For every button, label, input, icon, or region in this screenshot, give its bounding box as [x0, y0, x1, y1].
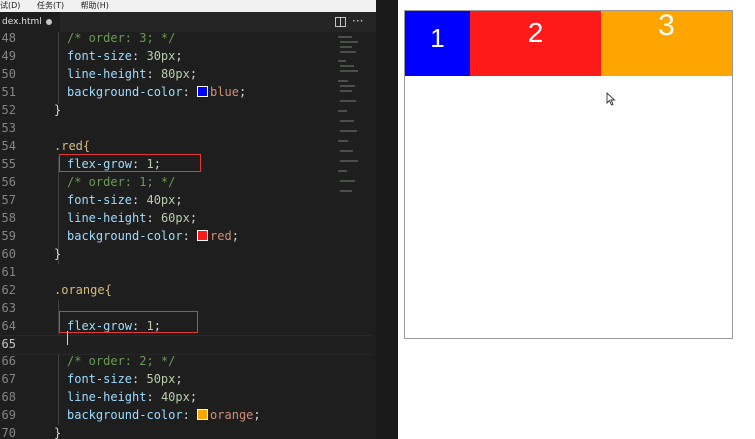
- menu-help[interactable]: 帮助(H): [81, 1, 109, 10]
- box-label: 2: [527, 17, 544, 48]
- window-divider: [376, 0, 398, 439]
- menu-debug[interactable]: 试(D): [0, 1, 20, 10]
- mouse-cursor-icon: [606, 92, 616, 106]
- current-line: 65: [0, 335, 372, 355]
- text-caret: [67, 331, 68, 345]
- color-swatch-orange[interactable]: [197, 409, 209, 420]
- box-label: 3: [658, 9, 675, 42]
- code-line: 58 line-height: 60px;: [1, 211, 198, 225]
- more-actions-icon[interactable]: ···: [352, 13, 363, 29]
- color-swatch-blue[interactable]: [197, 86, 209, 97]
- code-line: 52}: [1, 103, 62, 117]
- flex-item-blue: 1: [405, 11, 470, 76]
- tab-filename: dex.html: [2, 17, 42, 27]
- code-editor[interactable]: 试(D) 任务(T) 帮助(H) dex.html ··· 48/* order…: [0, 0, 376, 439]
- menu-tasks[interactable]: 任务(T): [37, 1, 64, 10]
- code-line: 70}: [1, 426, 62, 439]
- tab-index-html[interactable]: dex.html: [0, 12, 60, 32]
- code-line: 51 background-color: blue;: [1, 85, 247, 99]
- highlight-box-orange-flex-grow: [59, 311, 198, 333]
- menu-bar: 试(D) 任务(T) 帮助(H): [0, 0, 376, 12]
- code-line: 59 background-color: red;: [1, 229, 239, 243]
- code-line: 67 font-size: 50px;: [1, 372, 183, 386]
- code-line: 53: [1, 121, 16, 135]
- tab-bar: dex.html ···: [0, 12, 376, 32]
- code-line: 48/* order: 3; */: [1, 31, 176, 45]
- code-line: 50 line-height: 80px;: [1, 67, 198, 81]
- code-line: 68 line-height: 40px;: [1, 390, 198, 404]
- code-line: 61: [1, 265, 16, 279]
- code-line: 62 .orange{: [1, 283, 112, 297]
- code-line: 56/* order: 1; */: [1, 175, 176, 189]
- flex-item-orange: 3: [601, 11, 732, 76]
- comment: /* order: 3; */: [67, 31, 176, 45]
- code-area[interactable]: 48/* order: 3; */ 49 font-size: 30px; 50 l…: [0, 31, 376, 439]
- code-line: 49 font-size: 30px;: [1, 49, 183, 63]
- split-editor-icon[interactable]: [335, 17, 346, 27]
- flex-container: 1 2 3: [404, 10, 733, 339]
- flex-item-red: 2: [470, 11, 601, 76]
- code-line: 57 font-size: 40px;: [1, 193, 183, 207]
- color-swatch-red[interactable]: [197, 230, 209, 241]
- highlight-box-red-flex-grow: [59, 154, 201, 172]
- minimap[interactable]: [336, 32, 366, 202]
- code-line: 66/* order: 2; */: [1, 354, 176, 368]
- code-line: 60}: [1, 247, 62, 261]
- code-line: 69 background-color: orange;: [1, 408, 261, 422]
- browser-preview: 1 2 3: [398, 0, 755, 439]
- unsaved-dot-icon[interactable]: [45, 18, 52, 25]
- box-label: 1: [430, 23, 445, 53]
